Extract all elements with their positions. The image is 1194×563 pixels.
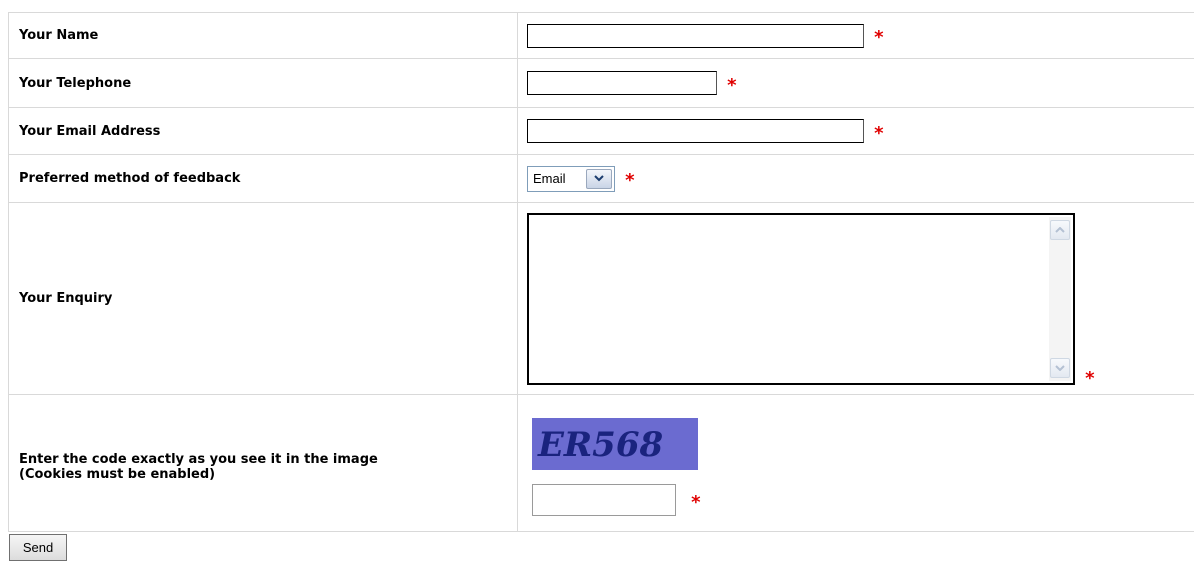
email-input[interactable] [527, 119, 864, 143]
enquiry-row: Your Enquiry * [8, 202, 1194, 395]
email-required-marker: * [874, 122, 884, 144]
scroll-down-icon[interactable] [1050, 357, 1070, 378]
captcha-label: Enter the code exactly as you see it in … [8, 394, 518, 532]
captcha-input[interactable] [532, 484, 676, 516]
name-input[interactable] [527, 23, 864, 48]
feedback-method-select[interactable]: Email [527, 165, 615, 192]
feedback-method-selected-value: Email [533, 171, 566, 186]
chevron-down-icon[interactable] [586, 168, 612, 189]
telephone-input[interactable] [527, 71, 717, 95]
email-label: Your Email Address [8, 107, 518, 155]
telephone-row: Your Telephone * [8, 58, 1194, 108]
scroll-up-icon[interactable] [1050, 219, 1070, 240]
captcha-instruction: Enter the code exactly as you see it in … [19, 452, 378, 467]
telephone-label: Your Telephone [8, 58, 518, 108]
name-row: Your Name * [8, 12, 1194, 59]
feedback-method-row: Preferred method of feedback Email * [8, 154, 1194, 203]
name-required-marker: * [874, 27, 884, 48]
contact-form: Your Name * Your Telephone * Your Email … [0, 0, 1194, 563]
telephone-required-marker: * [727, 74, 737, 96]
captcha-row: Enter the code exactly as you see it in … [8, 394, 1194, 532]
enquiry-required-marker: * [1085, 367, 1095, 389]
enquiry-scrollbar[interactable] [1049, 216, 1071, 381]
send-button[interactable]: Send [9, 534, 67, 561]
feedback-method-required-marker: * [625, 170, 635, 191]
enquiry-textarea[interactable] [527, 212, 1075, 385]
captcha-code-text: ER568 [537, 425, 663, 465]
captcha-cookies-note: (Cookies must be enabled) [19, 467, 216, 482]
captcha-image: ER568 [532, 418, 698, 470]
captcha-required-marker: * [691, 491, 701, 513]
email-row: Your Email Address * [8, 107, 1194, 155]
feedback-method-label: Preferred method of feedback [8, 154, 518, 203]
form-table: Your Name * Your Telephone * Your Email … [8, 12, 1194, 532]
name-label: Your Name [8, 12, 518, 59]
enquiry-label: Your Enquiry [8, 202, 518, 395]
